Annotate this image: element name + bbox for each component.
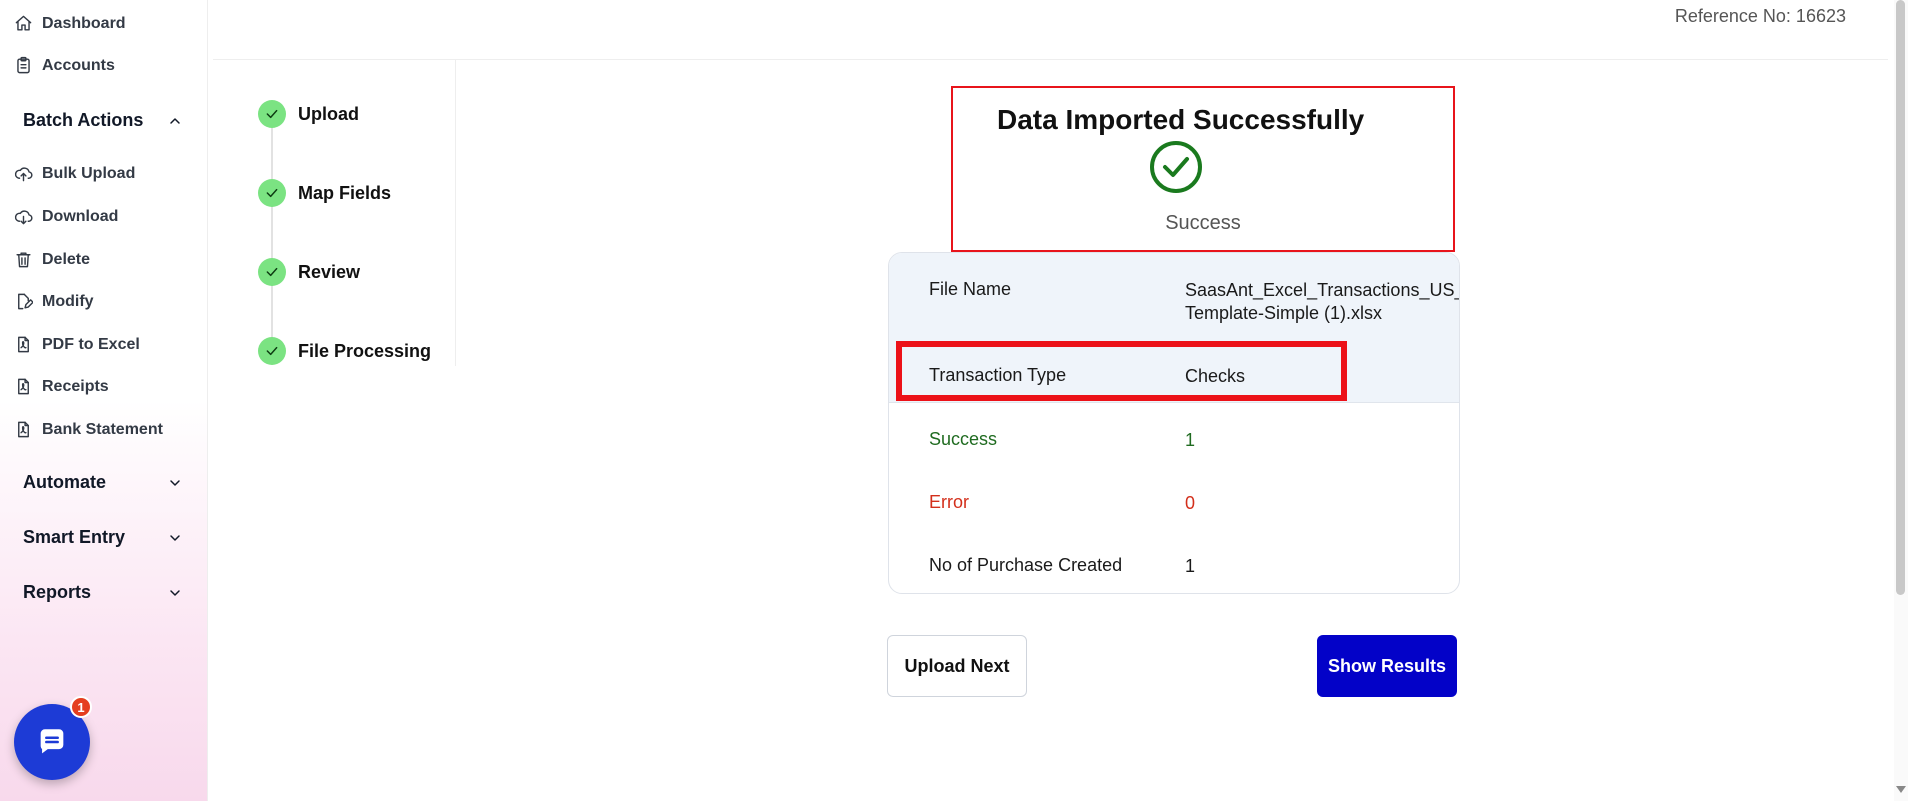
sidebar-item-pdf-to-excel[interactable]: PDF to Excel [14, 335, 140, 354]
sidebar-item-label: PDF to Excel [42, 335, 140, 353]
import-success-header: Data Imported Successfully Success [951, 86, 1455, 252]
sidebar-item-label: Bank Statement [42, 420, 163, 438]
step-complete-indicator [258, 100, 286, 128]
pdf-file-icon [18, 336, 29, 353]
reference-number: Reference No: 16623 [1674, 6, 1846, 26]
sidebar-item-bulk-upload[interactable]: Bulk Upload [14, 164, 135, 183]
step-label: Upload [298, 103, 359, 124]
error-count-row: Error 0 [929, 492, 1449, 515]
step-label: File Processing [298, 340, 432, 361]
pdf-file-icon [18, 378, 29, 395]
top-header: Reference No: 16623 [213, 0, 1888, 60]
edit-file-icon [18, 293, 33, 310]
sidebar-group-reports[interactable]: Reports [23, 582, 183, 603]
scrollbar-thumb[interactable] [1896, 0, 1905, 595]
error-count-value: 0 [1185, 493, 1196, 513]
success-count-label: Success [929, 429, 998, 449]
success-count-value: 1 [1185, 430, 1196, 450]
check-circle-icon [1150, 141, 1202, 193]
sidebar-item-dashboard[interactable]: Dashboard [14, 14, 126, 33]
check-icon [266, 188, 278, 198]
chevron-up-icon [170, 117, 180, 124]
file-name-line: SaasAnt_Excel_Transactions_US_ [1185, 280, 1460, 300]
trash-icon [16, 252, 31, 268]
chevron-down-icon [170, 589, 180, 596]
cloud-download-icon [14, 210, 33, 225]
step-map-fields[interactable]: Map Fields [258, 179, 391, 207]
step-complete-indicator [258, 337, 286, 365]
error-count-label: Error [929, 492, 969, 512]
sidebar-group-label: Smart Entry [23, 527, 126, 547]
sidebar-item-download[interactable]: Download [14, 207, 118, 226]
sidebar-group-smart-entry[interactable]: Smart Entry [23, 527, 183, 548]
sidebar-group-label: Batch Actions [23, 110, 144, 130]
sidebar-item-label: Bulk Upload [42, 164, 136, 182]
file-name-row: File Name SaasAnt_Excel_Transactions_US_… [929, 279, 1460, 325]
pdf-file-icon [18, 421, 29, 438]
sidebar-group-label: Automate [23, 472, 107, 492]
show-results-button[interactable]: Show Results [1317, 635, 1457, 697]
sidebar-group-batch-actions[interactable]: Batch Actions [23, 110, 183, 131]
check-icon [266, 267, 278, 277]
sidebar-item-modify[interactable]: Modify [14, 292, 94, 311]
sidebar-item-label: Receipts [42, 377, 109, 395]
sidebar-item-label: Dashboard [42, 14, 126, 32]
cloud-upload-icon [14, 167, 33, 182]
success-status: Success [1165, 212, 1241, 234]
file-name-value: SaasAnt_Excel_Transactions_US_ Template-… [1185, 279, 1460, 325]
sidebar-item-bank-statement[interactable]: Bank Statement [14, 420, 163, 439]
stepper-connector [271, 116, 273, 356]
check-icon [266, 109, 278, 119]
sidebar: Dashboard Accounts Batch Actions Bulk Up… [0, 0, 208, 801]
step-complete-indicator [258, 258, 286, 286]
chevron-down-icon [170, 534, 180, 541]
step-review[interactable]: Review [258, 258, 360, 286]
step-upload[interactable]: Upload [258, 100, 359, 128]
sidebar-item-delete[interactable]: Delete [14, 250, 90, 269]
notification-badge: 1 [70, 696, 92, 718]
step-label: Review [298, 261, 361, 282]
import-summary-card: File Name SaasAnt_Excel_Transactions_US_… [888, 252, 1460, 594]
transaction-type-highlight [896, 341, 1347, 401]
step-label: Map Fields [298, 182, 392, 203]
home-icon [15, 15, 32, 31]
step-file-processing[interactable]: File Processing [258, 337, 431, 365]
sidebar-item-label: Modify [42, 292, 94, 310]
sidebar-group-label: Reports [23, 582, 92, 602]
upload-next-button[interactable]: Upload Next [887, 635, 1027, 697]
clipboard-icon [17, 56, 30, 74]
purchase-count-label: No of Purchase Created [929, 555, 1123, 575]
import-stepper: Upload Map Fields Review File Processing [213, 60, 456, 366]
chevron-down-icon [170, 479, 180, 486]
sidebar-item-receipts[interactable]: Receipts [14, 377, 109, 396]
file-name-line: Template-Simple (1).xlsx [1185, 303, 1383, 323]
sidebar-group-automate[interactable]: Automate [23, 472, 183, 493]
purchase-count-row: No of Purchase Created 1 [929, 555, 1449, 578]
sidebar-item-label: Download [42, 207, 119, 225]
success-count-row: Success 1 [929, 429, 1449, 452]
sidebar-item-label: Accounts [42, 56, 115, 74]
page-scrollbar[interactable] [1894, 0, 1908, 801]
sidebar-item-accounts[interactable]: Accounts [14, 56, 115, 75]
chat-icon [40, 729, 64, 754]
check-icon [266, 346, 278, 356]
scroll-down-arrow[interactable] [1896, 786, 1906, 793]
success-title: Data Imported Successfully [997, 104, 1365, 135]
file-name-label: File Name [929, 279, 1012, 299]
sidebar-item-label: Delete [42, 250, 91, 268]
purchase-count-value: 1 [1185, 556, 1196, 576]
step-complete-indicator [258, 179, 286, 207]
